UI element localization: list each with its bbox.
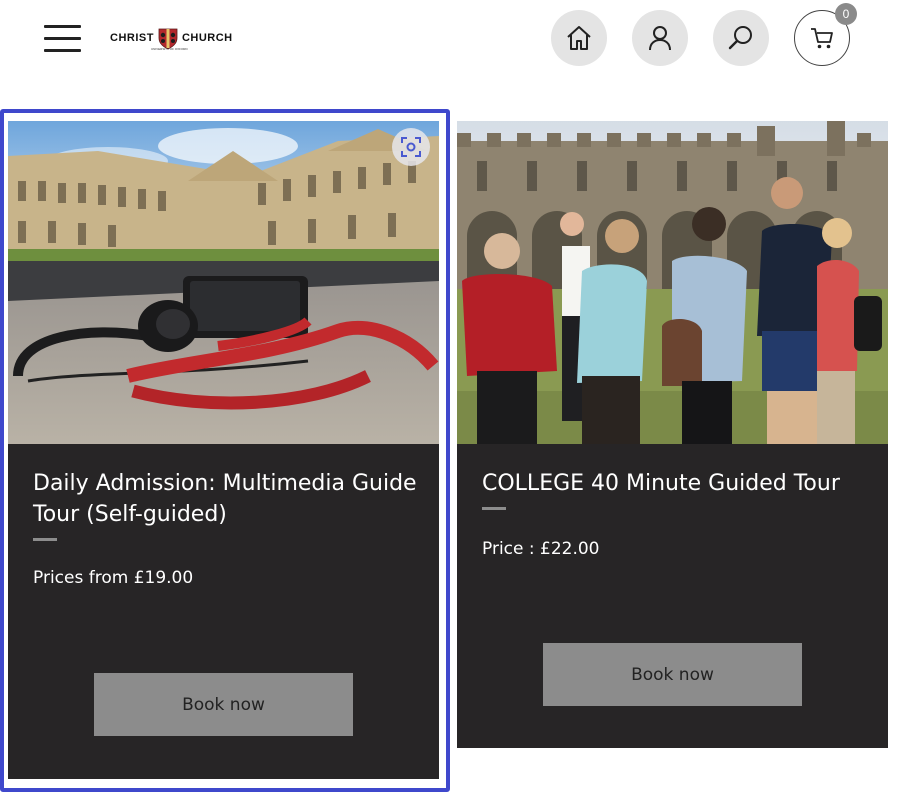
logo-subtitle: UNIVERSITY OF OXFORD — [151, 47, 188, 51]
product-card[interactable]: COLLEGE 40 Minute Guided Tour Price : £2… — [457, 121, 888, 748]
book-now-button[interactable]: Book now — [94, 673, 353, 736]
menu-icon[interactable] — [44, 24, 81, 52]
product-title[interactable]: Daily Admission: Multimedia Guide Tour (… — [33, 468, 423, 530]
product-image[interactable] — [8, 121, 439, 444]
focus-zoom-glyph — [401, 137, 421, 157]
menu-line — [44, 37, 81, 40]
product-price: Price : £22.00 — [482, 539, 600, 559]
home-button[interactable] — [551, 10, 607, 66]
search-button[interactable] — [713, 10, 769, 66]
title-divider — [33, 538, 57, 541]
logo-text-left: CHRIST — [110, 32, 154, 44]
audio-guide-photo — [8, 121, 439, 444]
guided-tour-photo — [457, 121, 888, 444]
menu-line — [44, 25, 81, 28]
user-icon — [649, 26, 671, 51]
product-price: Prices from £19.00 — [33, 568, 194, 588]
product-card[interactable]: Daily Admission: Multimedia Guide Tour (… — [8, 121, 439, 779]
cart-icon — [811, 28, 833, 49]
logo-text-right: CHURCH — [181, 32, 233, 44]
search-icon — [728, 26, 752, 50]
menu-line — [44, 49, 81, 52]
home-icon — [567, 26, 591, 50]
account-button[interactable] — [632, 10, 688, 66]
zoom-icon[interactable] — [392, 128, 430, 166]
site-logo[interactable]: CHRIST CHURCH UNIVERSITY OF OXFORD — [110, 20, 240, 56]
title-divider — [482, 507, 506, 510]
site-header: CHRIST CHURCH UNIVERSITY OF OXFORD 0 — [0, 0, 913, 80]
product-title[interactable]: COLLEGE 40 Minute Guided Tour — [482, 468, 872, 499]
cart-count-badge: 0 — [835, 3, 857, 25]
product-image[interactable] — [457, 121, 888, 444]
book-now-button[interactable]: Book now — [543, 643, 802, 706]
